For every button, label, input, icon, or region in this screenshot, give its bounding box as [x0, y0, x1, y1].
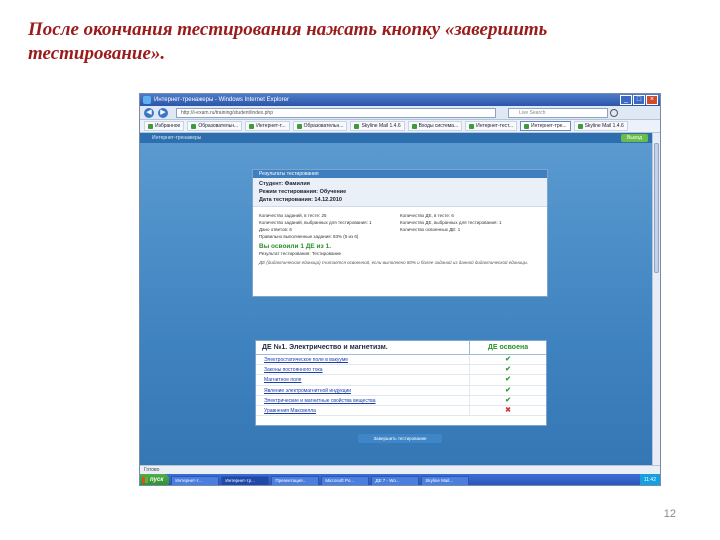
- check-icon: ✔: [505, 356, 511, 363]
- results-header: Результаты тестирования: [253, 170, 547, 178]
- definition-note: ДЕ (дидактическая единица) считается осв…: [259, 260, 529, 265]
- maximize-button[interactable]: □: [633, 95, 645, 105]
- tab[interactable]: Skyline Mail 1.4.6: [350, 121, 405, 131]
- start-button[interactable]: пуск: [140, 474, 170, 485]
- star-icon: [148, 123, 153, 129]
- stat-line: Количество освоенных ДЕ: 1: [400, 227, 461, 232]
- stat-line: Правильно выполненные задания: 83% (5 из…: [259, 234, 359, 239]
- page-icon: [249, 123, 255, 129]
- scrollbar-thumb[interactable]: [654, 143, 659, 273]
- page-icon: [577, 123, 583, 129]
- cross-icon: ✖: [505, 406, 511, 414]
- page-icon: [191, 123, 197, 129]
- results-panel: Результаты тестирования Студент: Фамилия…: [252, 169, 548, 297]
- window-titlebar: Интернет-тренажеры - Windows Internet Ex…: [140, 94, 660, 106]
- taskbar: пуск Интернет-т... Интернет-тр... Презен…: [140, 474, 660, 485]
- url-input[interactable]: http://i-exam.ru/training/student/index.…: [176, 108, 496, 118]
- tab[interactable]: Skyline Mail 1.4.6: [573, 121, 628, 131]
- finish-testing-button[interactable]: Завершить тестирование: [358, 434, 442, 443]
- taskbar-item[interactable]: Skyline Mail...: [421, 475, 470, 485]
- topic-link[interactable]: Уравнения Максвелла: [256, 405, 470, 416]
- tab[interactable]: Образовательн...: [187, 121, 243, 131]
- de-table: ДЕ №1. Электричество и магнетизм. ДЕ осв…: [255, 340, 547, 426]
- table-row: Уравнения Максвелла ✖: [256, 405, 546, 417]
- de-status: ДЕ освоена: [487, 344, 529, 351]
- table-row: Электростатическое поле в вакууме ✔: [256, 355, 546, 366]
- exit-link[interactable]: Выход: [621, 134, 648, 142]
- stats: Количество заданий, в тесте: 25 Количест…: [253, 207, 547, 240]
- page-icon: [411, 123, 417, 129]
- page-header: Интернет-тренажеры Выход: [140, 133, 654, 143]
- de-table-header: ДЕ №1. Электричество и магнетизм. ДЕ осв…: [256, 341, 546, 355]
- browser-screenshot: Интернет-тренажеры - Windows Internet Ex…: [139, 93, 661, 486]
- vertical-scrollbar[interactable]: [652, 133, 660, 465]
- table-row: Магнитное поле ✔: [256, 375, 546, 386]
- address-bar: ◀ ▶ http://i-exam.ru/training/student/in…: [140, 106, 660, 120]
- forward-icon[interactable]: ▶: [158, 108, 168, 118]
- window-title: Интернет-тренажеры - Windows Internet Ex…: [154, 97, 289, 103]
- mastered-message: Вы освоили 1 ДЕ из 1.: [259, 243, 332, 250]
- taskbar-item-active[interactable]: Интернет-тр...: [221, 475, 270, 485]
- check-icon: ✔: [505, 376, 511, 384]
- page-icon: [296, 123, 302, 129]
- stat-line: Количество заданий, в тесте: 25: [259, 213, 327, 218]
- topic-link[interactable]: Магнитное поле: [256, 375, 470, 385]
- topic-link[interactable]: Законы постоянного тока: [256, 365, 470, 375]
- table-row: Явление электромагнитной индукции ✔: [256, 385, 546, 396]
- tab-active[interactable]: Интернет-тре...: [520, 121, 571, 131]
- test-mode: Режим тестирования: Обучение: [259, 189, 347, 195]
- tab[interactable]: Интернет-тест...: [465, 121, 518, 131]
- search-input[interactable]: Live Search: [508, 108, 608, 118]
- page-icon: [469, 123, 475, 129]
- check-icon: ✔: [505, 396, 511, 404]
- stat-line: Количество ДЕ, выбранных для тестировани…: [400, 220, 502, 225]
- ie-icon: [143, 96, 151, 104]
- topic-link[interactable]: Электрические и магнитные свойства вещес…: [256, 395, 470, 405]
- page-icon: [524, 123, 530, 129]
- search-icon[interactable]: [610, 109, 618, 117]
- tab[interactable]: Входы система...: [407, 121, 463, 131]
- window-controls: _ □ ×: [620, 95, 658, 105]
- results-summary: Студент: Фамилия Режим тестирования: Обу…: [253, 178, 547, 207]
- back-icon[interactable]: ◀: [144, 108, 154, 118]
- table-row: Электрические и магнитные свойства вещес…: [256, 395, 546, 406]
- student-name: Студент: Фамилия: [259, 181, 310, 187]
- taskbar-item[interactable]: Microsoft Po...: [321, 475, 370, 485]
- taskbar-item[interactable]: Интернет-т...: [171, 475, 220, 485]
- close-button[interactable]: ×: [646, 95, 658, 105]
- table-row: Законы постоянного тока ✔: [256, 365, 546, 376]
- stat-line: Количество заданий, выбранных для тестир…: [259, 220, 372, 225]
- slide-title: После окончания тестирования нажать кноп…: [28, 19, 548, 64]
- tab[interactable]: Образовательн...: [292, 121, 348, 131]
- slide-number: 12: [663, 508, 676, 520]
- favorites-item[interactable]: Избранное: [144, 121, 185, 131]
- stats-left: Количество заданий, в тесте: 25 Количест…: [259, 212, 400, 240]
- check-icon: ✔: [505, 386, 511, 394]
- windows-flag-icon: [142, 477, 148, 483]
- check-icon: ✔: [505, 366, 511, 374]
- system-tray-clock: 11:42: [639, 474, 660, 485]
- stat-line: Количество ДЕ, в тесте: 6: [400, 213, 454, 218]
- de-title: ДЕ №1. Электричество и магнетизм.: [256, 341, 470, 354]
- status-bar: Готово: [140, 465, 660, 474]
- page-icon: [354, 123, 360, 129]
- topic-link[interactable]: Электростатическое поле в вакууме: [256, 355, 470, 365]
- topic-link[interactable]: Явление электромагнитной индукции: [256, 385, 470, 395]
- stats-right: Количество ДЕ, в тесте: 6 Количество ДЕ,…: [400, 212, 541, 240]
- tab[interactable]: Интернет-т...: [245, 121, 290, 131]
- test-date: Дата тестирования: 14.12.2010: [259, 197, 342, 203]
- stat-line: Дано ответов: 6: [259, 227, 292, 232]
- taskbar-item[interactable]: Презентация...: [271, 475, 320, 485]
- favorites-bar: Избранное Образовательн... Интернет-т...…: [140, 120, 660, 133]
- minimize-button[interactable]: _: [620, 95, 632, 105]
- taskbar-item[interactable]: ДЕ 7 - Wo...: [371, 475, 420, 485]
